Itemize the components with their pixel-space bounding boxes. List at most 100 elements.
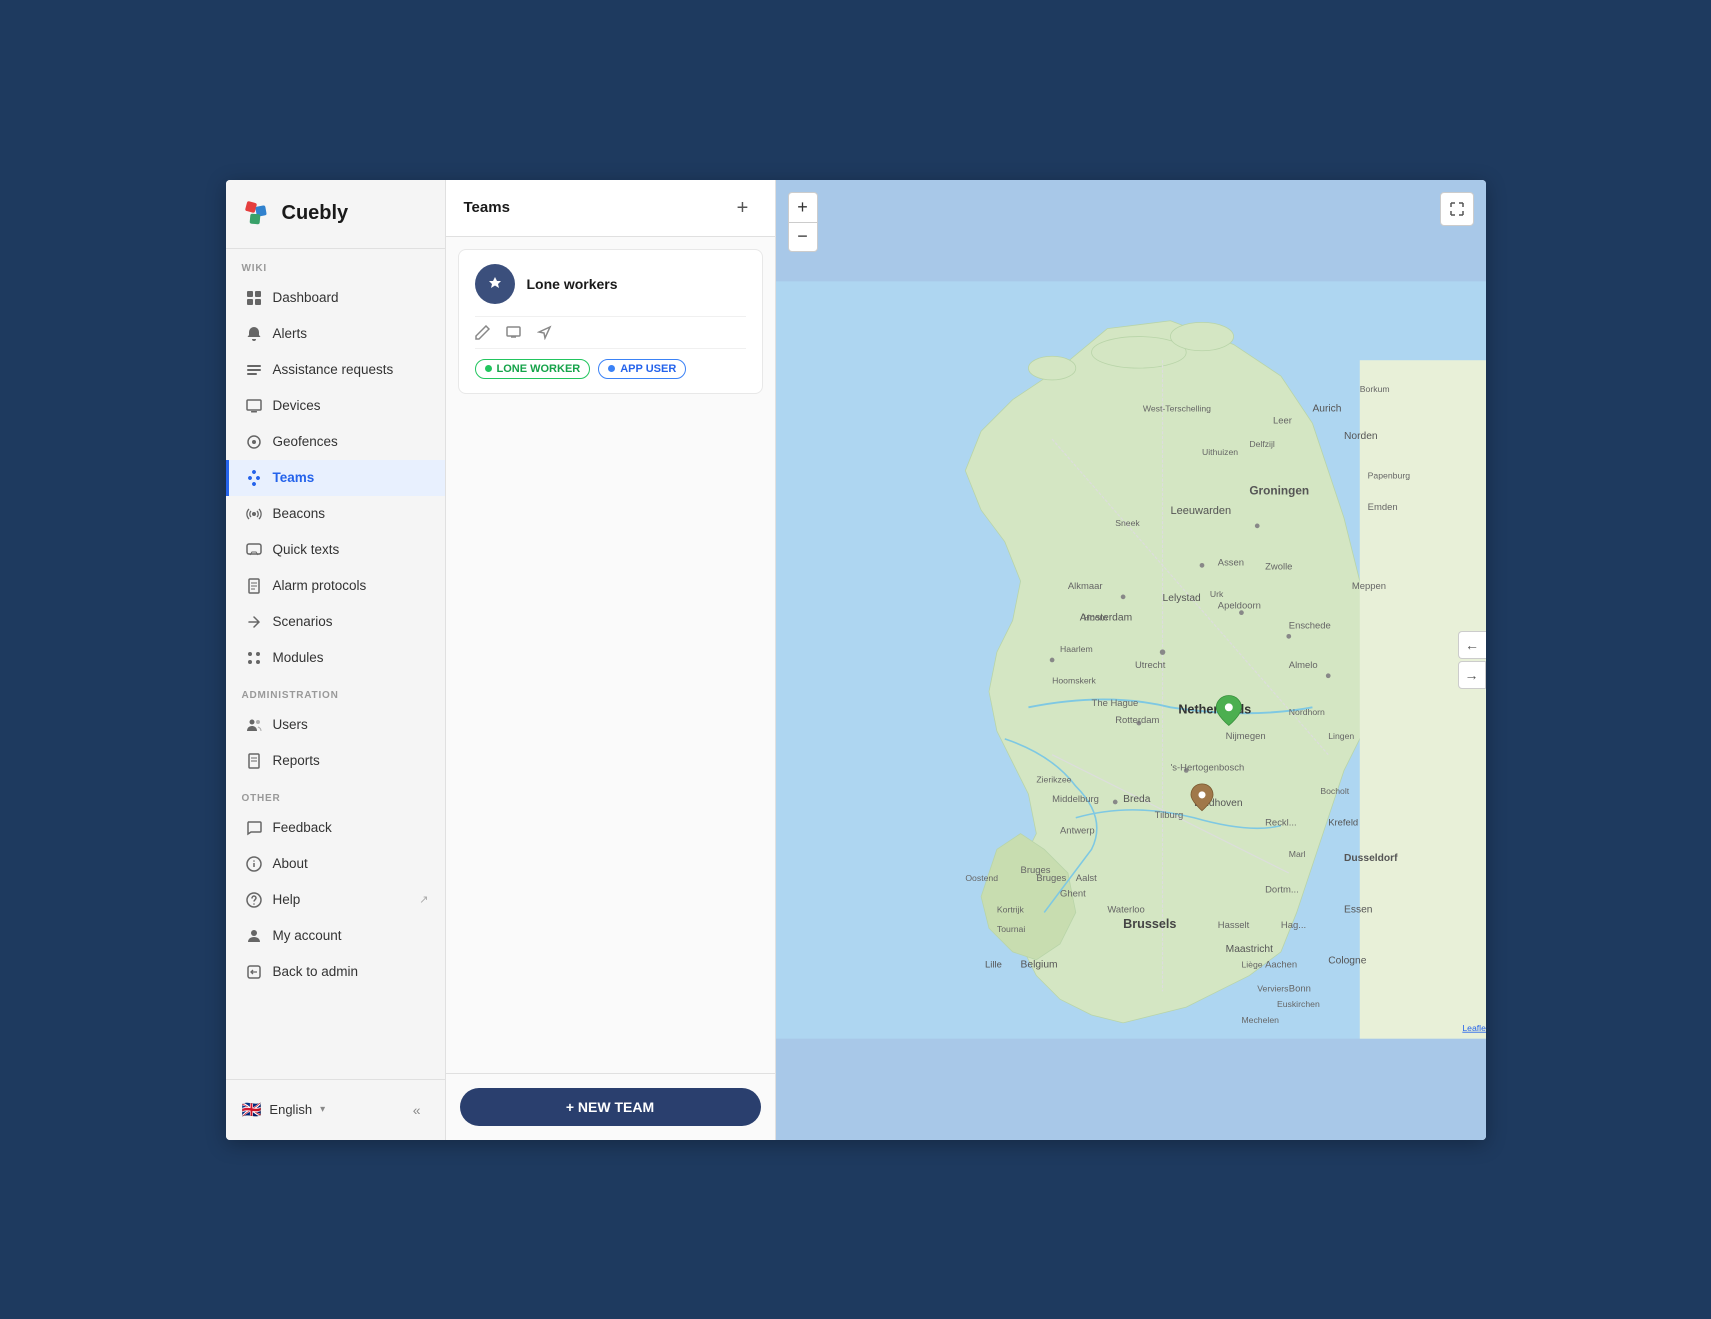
geofence-icon bbox=[245, 433, 263, 451]
sidebar-item-feedback[interactable]: Feedback bbox=[226, 810, 445, 846]
svg-text:Verviers: Verviers bbox=[1257, 983, 1289, 993]
panel-collapse-left-button[interactable]: ← bbox=[1458, 631, 1486, 659]
svg-text:Leer: Leer bbox=[1273, 415, 1292, 426]
sidebar-item-alarm-protocols[interactable]: Alarm protocols bbox=[226, 568, 445, 604]
sidebar-item-help[interactable]: Help ↗ bbox=[226, 882, 445, 918]
svg-text:Waterloo: Waterloo bbox=[1107, 904, 1144, 915]
svg-text:Bocholt: Bocholt bbox=[1320, 786, 1349, 796]
sidebar-item-quick-texts[interactable]: Quick texts bbox=[226, 532, 445, 568]
sidebar-item-my-account[interactable]: My account bbox=[226, 918, 445, 954]
wiki-section-label: WIKI bbox=[226, 249, 445, 280]
svg-text:Aachen: Aachen bbox=[1265, 959, 1297, 970]
sidebar-item-label: Dashboard bbox=[273, 290, 429, 305]
new-team-button[interactable]: + NEW TEAM bbox=[460, 1088, 761, 1126]
svg-text:Aurich: Aurich bbox=[1312, 403, 1341, 414]
app-name: Cuebly bbox=[282, 202, 349, 225]
map-panel: + − ← → bbox=[776, 180, 1486, 1140]
svg-text:Utrecht: Utrecht bbox=[1134, 659, 1165, 670]
sidebar-item-about[interactable]: About bbox=[226, 846, 445, 882]
logo: Cuebly bbox=[226, 180, 445, 249]
beacons-icon bbox=[245, 505, 263, 523]
other-section-label: OTHER bbox=[226, 779, 445, 810]
sidebar-item-teams[interactable]: Teams bbox=[226, 460, 445, 496]
sidebar-item-assistance-requests[interactable]: Assistance requests bbox=[226, 352, 445, 388]
team-tags: LONE WORKER APP USER bbox=[475, 359, 746, 379]
team-card: Lone workers LONE WORKE bbox=[458, 249, 763, 394]
collapse-sidebar-button[interactable]: « bbox=[405, 1098, 429, 1122]
teams-panel: Teams + Lone workers bbox=[446, 180, 776, 1140]
panel-expand-right-button[interactable]: → bbox=[1458, 661, 1486, 689]
comment-icon bbox=[245, 819, 263, 837]
svg-text:Papenburg: Papenburg bbox=[1367, 470, 1410, 480]
svg-text:Reckl...: Reckl... bbox=[1265, 817, 1297, 828]
sidebar-item-label: Back to admin bbox=[273, 964, 429, 979]
svg-text:Maastricht: Maastricht bbox=[1225, 943, 1272, 954]
people-icon bbox=[245, 716, 263, 734]
sidebar-item-scenarios[interactable]: Scenarios bbox=[226, 604, 445, 640]
teams-panel-header: Teams + bbox=[446, 180, 775, 237]
svg-text:Bruges: Bruges bbox=[1036, 872, 1066, 883]
sidebar-item-alerts[interactable]: Alerts bbox=[226, 316, 445, 352]
file-icon bbox=[245, 577, 263, 595]
back-icon bbox=[245, 963, 263, 981]
svg-text:Hag...: Hag... bbox=[1280, 920, 1305, 931]
zoom-out-button[interactable]: − bbox=[788, 222, 818, 252]
svg-text:Dortm...: Dortm... bbox=[1265, 884, 1299, 895]
language-row[interactable]: 🇬🇧 English ▾ « bbox=[226, 1090, 445, 1130]
svg-text:Sneek: Sneek bbox=[1115, 517, 1140, 527]
info-icon bbox=[245, 855, 263, 873]
sidebar-item-dashboard[interactable]: Dashboard bbox=[226, 280, 445, 316]
svg-text:Meppen: Meppen bbox=[1351, 581, 1385, 592]
svg-text:Hasselt: Hasselt bbox=[1217, 920, 1249, 931]
device-team-button[interactable] bbox=[506, 325, 521, 340]
svg-text:Enschede: Enschede bbox=[1288, 620, 1330, 631]
question-icon bbox=[245, 891, 263, 909]
sidebar-item-users[interactable]: Users bbox=[226, 707, 445, 743]
svg-text:Middelburg: Middelburg bbox=[1052, 794, 1099, 805]
svg-text:Alkmaar: Alkmaar bbox=[1067, 581, 1102, 592]
svg-text:Kortrijk: Kortrijk bbox=[996, 904, 1024, 914]
sidebar-footer: 🇬🇧 English ▾ « bbox=[226, 1079, 445, 1140]
add-team-button[interactable]: + bbox=[729, 194, 757, 222]
svg-text:Lelystad: Lelystad bbox=[1162, 592, 1200, 603]
sidebar: Cuebly WIKI Dashboard Alerts Assistan bbox=[226, 180, 446, 1140]
sidebar-item-label: Reports bbox=[273, 753, 429, 768]
sidebar-item-label: My account bbox=[273, 928, 429, 943]
tag-label: LONE WORKER bbox=[497, 363, 581, 375]
svg-text:Marl: Marl bbox=[1288, 849, 1305, 859]
edit-team-button[interactable] bbox=[475, 325, 490, 340]
map-fullscreen-button[interactable] bbox=[1440, 192, 1474, 226]
teams-icon bbox=[245, 469, 263, 487]
sidebar-item-label: Assistance requests bbox=[273, 362, 429, 377]
sidebar-item-beacons[interactable]: Beacons bbox=[226, 496, 445, 532]
send-team-button[interactable] bbox=[537, 325, 552, 340]
flag-icon: 🇬🇧 bbox=[242, 1100, 262, 1120]
sidebar-item-modules[interactable]: Modules bbox=[226, 640, 445, 676]
sidebar-item-geofences[interactable]: Geofences bbox=[226, 424, 445, 460]
modules-icon bbox=[245, 649, 263, 667]
sidebar-item-label: Teams bbox=[273, 470, 429, 485]
sidebar-item-label: Alarm protocols bbox=[273, 578, 429, 593]
sidebar-item-label: Help bbox=[273, 892, 410, 907]
svg-text:'s-Hertogenbosch: 's-Hertogenbosch bbox=[1170, 762, 1244, 773]
svg-text:Krefeld: Krefeld bbox=[1328, 817, 1358, 828]
sidebar-item-label: Scenarios bbox=[273, 614, 429, 629]
svg-text:Norden: Norden bbox=[1344, 431, 1378, 442]
svg-text:Uithuizen: Uithuizen bbox=[1202, 446, 1238, 456]
sidebar-item-label: Geofences bbox=[273, 434, 429, 449]
sidebar-item-devices[interactable]: Devices bbox=[226, 388, 445, 424]
zoom-in-button[interactable]: + bbox=[788, 192, 818, 222]
svg-text:Tilburg: Tilburg bbox=[1154, 809, 1183, 820]
svg-text:Hoomskerk: Hoomskerk bbox=[1052, 675, 1096, 685]
map-panel-toggles: ← → bbox=[1458, 631, 1486, 689]
svg-text:Emden: Emden bbox=[1367, 502, 1397, 513]
svg-text:West-Terschelling: West-Terschelling bbox=[1142, 403, 1210, 413]
svg-text:Lille: Lille bbox=[985, 959, 1002, 970]
svg-text:Leaflet: Leaflet bbox=[1462, 1022, 1486, 1032]
new-team-bar: + NEW TEAM bbox=[446, 1073, 775, 1140]
sidebar-item-reports[interactable]: Reports bbox=[226, 743, 445, 779]
admin-section-label: ADMINISTRATION bbox=[226, 676, 445, 707]
sidebar-item-back-to-admin[interactable]: Back to admin bbox=[226, 954, 445, 990]
users-icon bbox=[245, 361, 263, 379]
svg-text:Zierikzee: Zierikzee bbox=[1036, 774, 1071, 784]
